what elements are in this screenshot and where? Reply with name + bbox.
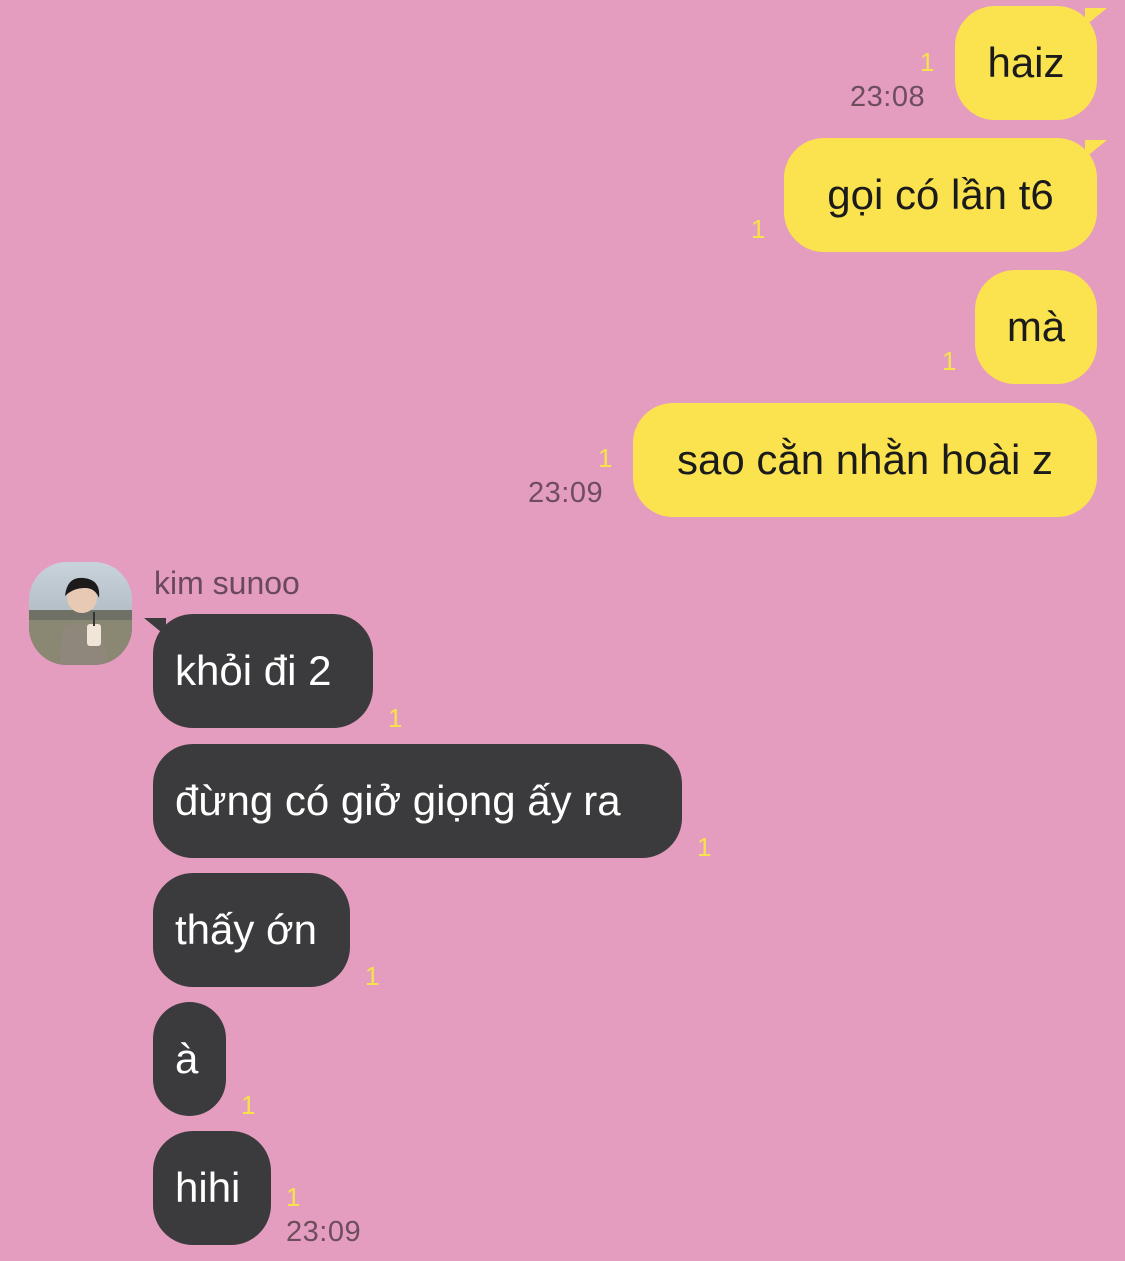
- incoming-bubble[interactable]: đừng có giở giọng ấy ra: [153, 744, 682, 858]
- bubble-tail: [144, 618, 166, 636]
- message-text: khỏi đi 2: [175, 647, 332, 694]
- unread-count: 1: [697, 832, 712, 862]
- outgoing-bubble[interactable]: haiz: [955, 6, 1097, 120]
- message-timestamp: 23:09: [286, 1216, 362, 1248]
- outgoing-bubble[interactable]: gọi có lần t6: [784, 138, 1097, 252]
- unread-count: 1: [598, 443, 613, 473]
- incoming-bubble[interactable]: à: [153, 1002, 226, 1116]
- message-text: sao cằn nhằn hoài z: [677, 436, 1053, 483]
- profile-photo-icon: [29, 562, 132, 665]
- sender-avatar[interactable]: [29, 562, 132, 665]
- bubble-tail: [1085, 140, 1107, 158]
- message-timestamp: 23:09: [528, 477, 604, 509]
- outgoing-bubble[interactable]: sao cằn nhằn hoài z: [633, 403, 1097, 517]
- outgoing-bubble[interactable]: mà: [975, 270, 1097, 384]
- bubble-tail: [1085, 8, 1107, 26]
- message-text: hihi: [175, 1164, 241, 1211]
- message-text: thấy ớn: [175, 906, 317, 953]
- message-text: gọi có lần t6: [827, 171, 1054, 218]
- unread-count: 1: [751, 214, 766, 244]
- incoming-bubble[interactable]: hihi: [153, 1131, 271, 1245]
- unread-count: 1: [920, 47, 935, 77]
- message-text: mà: [1006, 303, 1066, 350]
- message-timestamp: 23:08: [850, 81, 926, 113]
- unread-count: 1: [365, 961, 380, 991]
- incoming-bubble[interactable]: thấy ớn: [153, 873, 350, 987]
- unread-count: 1: [942, 346, 957, 376]
- message-text: đừng có giở giọng ấy ra: [175, 777, 621, 824]
- unread-count: 1: [241, 1090, 256, 1120]
- message-text: haiz: [987, 39, 1065, 86]
- unread-count: 1: [388, 703, 403, 733]
- incoming-bubble[interactable]: khỏi đi 2: [153, 614, 373, 728]
- message-text: à: [175, 1035, 199, 1082]
- unread-count: 1: [286, 1182, 301, 1212]
- sender-name: kim sunoo: [154, 565, 300, 601]
